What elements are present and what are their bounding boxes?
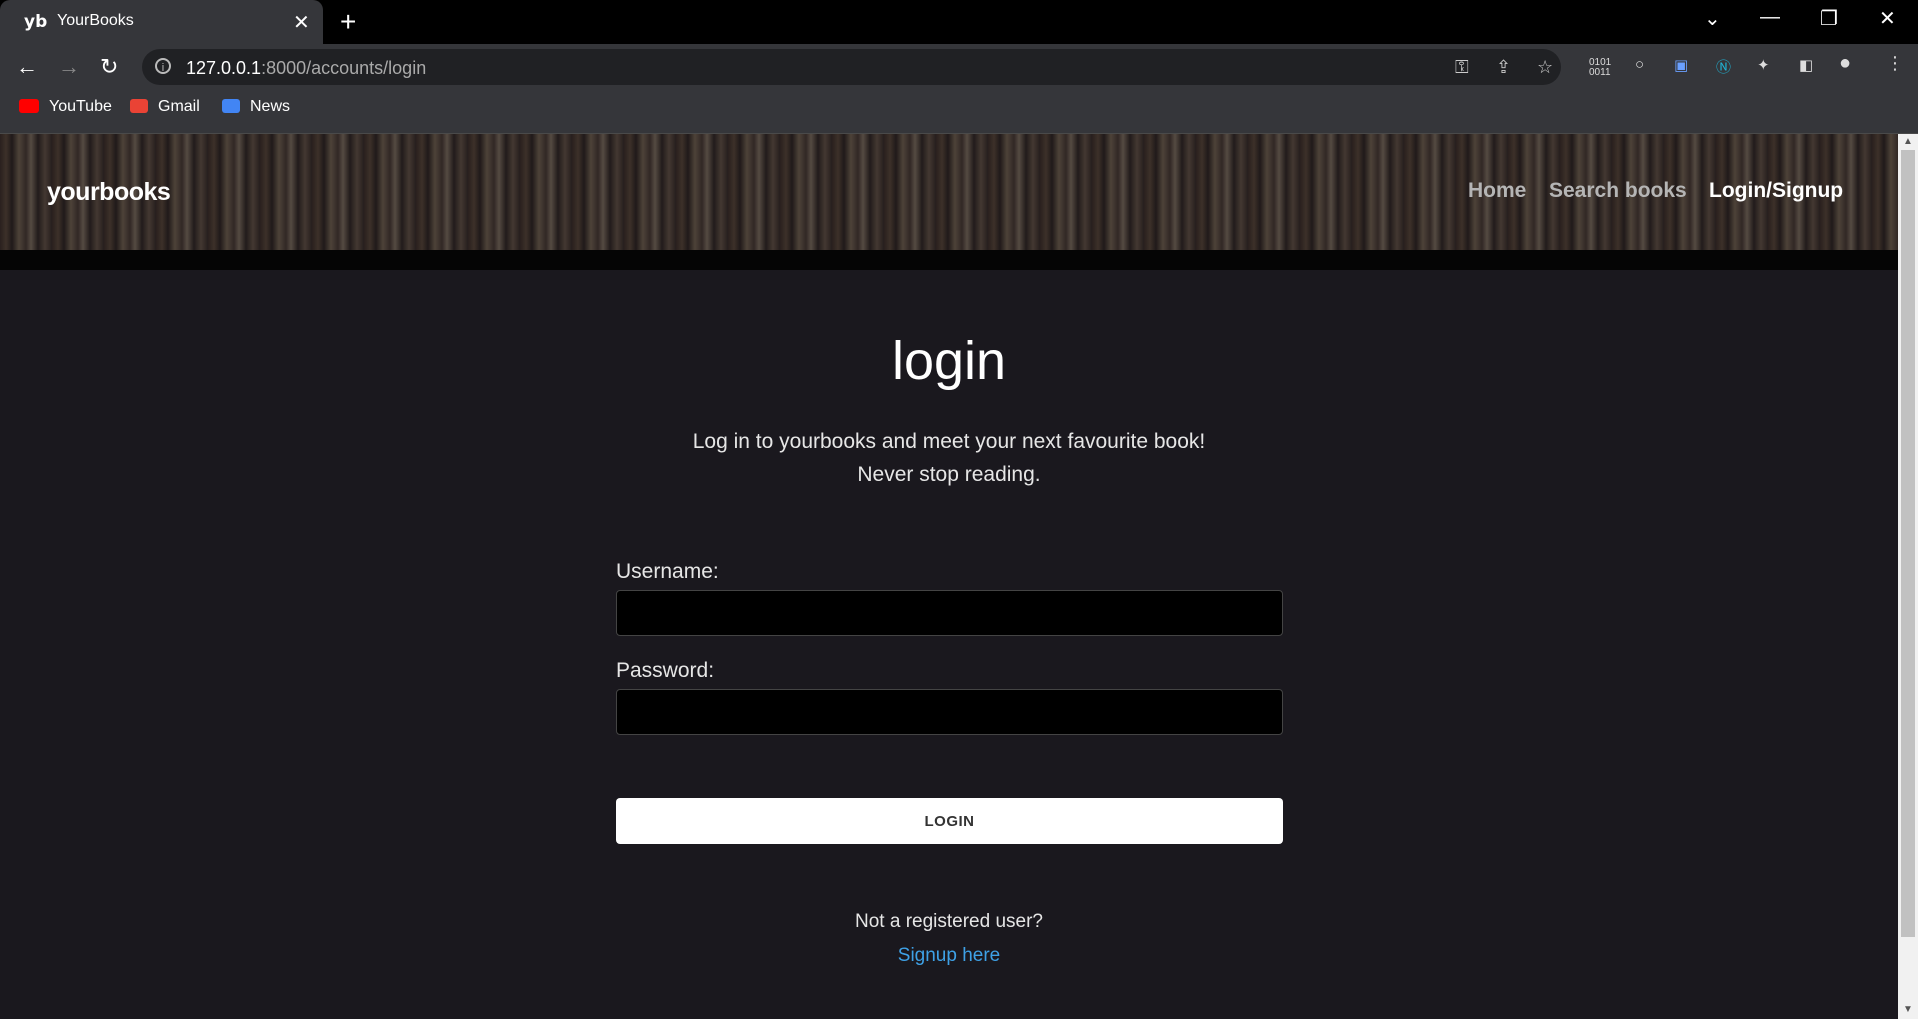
scrollbar-thumb[interactable] bbox=[1901, 150, 1915, 937]
close-tab-icon[interactable]: ✕ bbox=[293, 10, 310, 35]
new-tab-button[interactable]: + bbox=[340, 6, 356, 38]
site-logo[interactable]: yourbooks bbox=[47, 178, 171, 207]
binary-extension-icon[interactable]: 0101 0011 bbox=[1589, 58, 1611, 78]
scroll-down-icon[interactable]: ▼ bbox=[1903, 1004, 1913, 1015]
forward-icon[interactable]: → bbox=[58, 54, 80, 80]
share-icon[interactable]: ⇪ bbox=[1496, 57, 1511, 78]
tab-search-icon[interactable]: ⌄ bbox=[1704, 6, 1721, 31]
browser-tabstrip: yb YourBooks ✕ + ⌄ — ❐ ✕ bbox=[0, 0, 1918, 44]
side-panel-icon[interactable]: ◧ bbox=[1799, 56, 1813, 74]
login-button[interactable]: LOGIN bbox=[616, 798, 1283, 844]
header-divider bbox=[0, 250, 1898, 270]
n-extension-icon[interactable]: Ⓝ bbox=[1716, 56, 1731, 77]
url-path: :8000/accounts/login bbox=[261, 58, 427, 78]
bookmarks-bar: YouTube Gmail News bbox=[0, 90, 1918, 134]
page-content: yourbooks Home Search books Login/Signup… bbox=[0, 134, 1898, 1019]
browser-toolbar: ← → ↻ i 127.0.0.1:8000/accounts/login ⚿ … bbox=[0, 44, 1918, 90]
gmail-icon bbox=[130, 99, 148, 113]
google-news-icon bbox=[222, 99, 240, 113]
bookmark-news[interactable]: News bbox=[222, 98, 290, 116]
close-window-icon[interactable]: ✕ bbox=[1879, 6, 1896, 31]
youtube-icon bbox=[19, 99, 39, 113]
page-title: login bbox=[891, 331, 1007, 391]
bookmark-star-icon[interactable]: ☆ bbox=[1537, 57, 1553, 78]
nav-login-signup[interactable]: Login/Signup bbox=[1709, 179, 1843, 203]
page-scrollbar[interactable]: ▲ ▼ bbox=[1898, 134, 1918, 1019]
url-text[interactable]: 127.0.0.1:8000/accounts/login bbox=[186, 58, 426, 79]
bookmark-label: Gmail bbox=[158, 98, 200, 115]
tab-title: YourBooks bbox=[57, 12, 134, 29]
address-bar[interactable]: i 127.0.0.1:8000/accounts/login ⚿ ⇪ ☆ bbox=[142, 49, 1561, 85]
signup-link[interactable]: Signup here bbox=[0, 945, 1898, 967]
bookmark-youtube[interactable]: YouTube bbox=[19, 98, 112, 116]
scroll-up-icon[interactable]: ▲ bbox=[1903, 136, 1913, 147]
reload-icon[interactable]: ↻ bbox=[100, 54, 118, 80]
restore-icon[interactable]: ❐ bbox=[1820, 6, 1838, 31]
site-info-icon[interactable]: i bbox=[155, 58, 171, 74]
tab-favicon: yb bbox=[24, 12, 48, 32]
password-input[interactable] bbox=[616, 689, 1283, 735]
nav-home[interactable]: Home bbox=[1468, 179, 1526, 203]
profile-avatar-icon[interactable]: ● bbox=[1839, 52, 1851, 75]
bookmark-label: News bbox=[250, 98, 291, 115]
extensions-puzzle-icon[interactable]: ✦ bbox=[1757, 56, 1770, 74]
url-host: 127.0.0.1 bbox=[186, 58, 262, 78]
circle-extension-icon[interactable]: ○ bbox=[1635, 56, 1644, 73]
key-icon[interactable]: ⚿ bbox=[1455, 57, 1469, 78]
screen-extension-icon[interactable]: ▣ bbox=[1674, 56, 1688, 74]
bookmark-gmail[interactable]: Gmail bbox=[130, 98, 200, 116]
nav-search-books[interactable]: Search books bbox=[1549, 179, 1687, 203]
browser-tab[interactable]: yb YourBooks ✕ bbox=[0, 0, 323, 44]
not-registered-text: Not a registered user? bbox=[855, 911, 1043, 932]
username-input[interactable] bbox=[616, 590, 1283, 636]
password-label: Password: bbox=[616, 659, 715, 682]
tagline-line-2: Never stop reading. bbox=[857, 463, 1041, 486]
bookmark-label: YouTube bbox=[49, 98, 112, 115]
back-icon[interactable]: ← bbox=[16, 54, 38, 80]
hero-banner-bookshelf: yourbooks Home Search books Login/Signup bbox=[0, 134, 1898, 250]
username-label: Username: bbox=[616, 560, 719, 583]
minimize-icon[interactable]: — bbox=[1760, 6, 1780, 29]
tagline-line-1: Log in to yourbooks and meet your next f… bbox=[692, 430, 1206, 453]
menu-kebab-icon[interactable]: ⋮ bbox=[1886, 53, 1904, 74]
